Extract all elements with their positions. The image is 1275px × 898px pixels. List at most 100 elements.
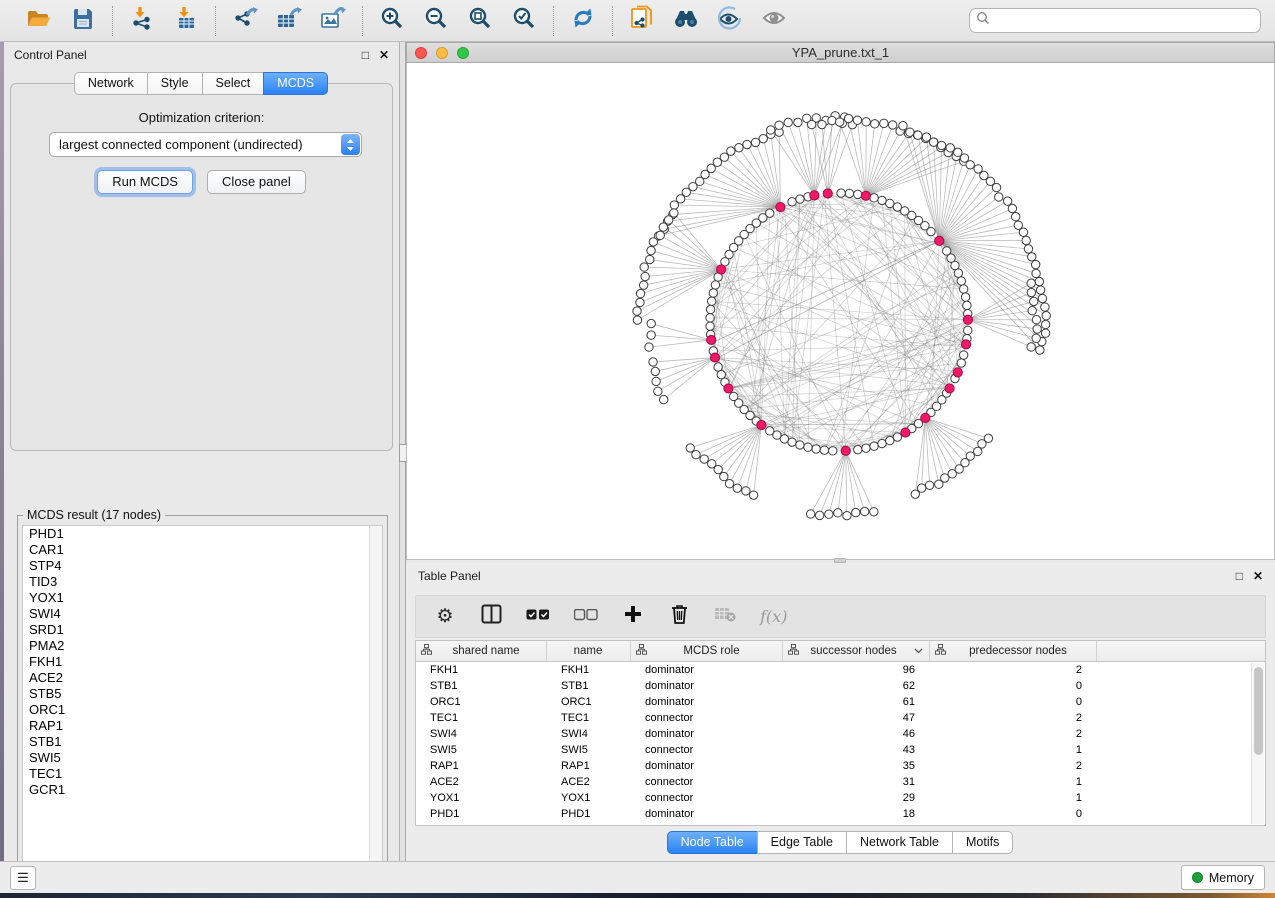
table-cell[interactable]: 1 [930,776,1097,788]
graph-node[interactable] [812,445,820,453]
graph-node[interactable] [959,351,967,359]
float-panel-icon[interactable]: □ [1236,570,1243,582]
mcds-node-item[interactable]: CAR1 [23,542,382,558]
import-table-button[interactable] [169,5,203,37]
graph-leaf-node[interactable] [860,507,868,515]
graph-leaf-node[interactable] [1028,307,1036,315]
column-header-predecessor-nodes[interactable]: predecessor nodes [930,641,1097,661]
graph-leaf-node[interactable] [641,272,649,280]
graph-node[interactable] [709,289,717,297]
add-column-button[interactable] [622,605,644,629]
graph-leaf-node[interactable] [784,118,792,126]
graph-leaf-node[interactable] [862,118,870,126]
graph-leaf-node[interactable] [806,510,814,518]
graph-hub-node[interactable] [724,384,733,393]
graph-node[interactable] [714,363,722,371]
graph-leaf-node[interactable] [1032,269,1040,277]
network-window-titlebar[interactable]: YPA_prune.txt_1 [406,42,1275,63]
table-cell[interactable]: RAP1 [416,760,547,772]
mcds-node-item[interactable]: TID3 [23,574,382,590]
graph-leaf-node[interactable] [743,140,751,148]
delete-column-button[interactable] [668,605,690,629]
graph-leaf-node[interactable] [649,238,657,246]
graph-hub-node[interactable] [861,191,870,200]
graph-leaf-node[interactable] [844,114,852,122]
table-cell[interactable]: 2 [930,728,1097,740]
graph-leaf-node[interactable] [646,255,654,263]
deselect-all-button[interactable] [574,605,598,629]
horizontal-split-handle[interactable] [834,558,846,563]
graph-leaf-node[interactable] [1011,213,1019,221]
graph-node[interactable] [780,435,788,443]
table-scrollbar[interactable] [1251,663,1264,824]
delete-table-button[interactable] [714,605,736,629]
table-cell[interactable]: YOX1 [416,792,547,804]
table-cell[interactable]: SWI4 [547,728,631,740]
graph-hub-node[interactable] [717,265,726,274]
graph-leaf-node[interactable] [807,120,815,128]
graph-leaf-node[interactable] [639,281,647,289]
show-eye-button[interactable] [757,5,791,37]
graph-leaf-node[interactable] [815,511,823,519]
graph-leaf-node[interactable] [633,307,641,315]
graph-leaf-node[interactable] [767,126,775,134]
vertical-split-divider[interactable] [399,42,406,861]
graph-hub-node[interactable] [963,315,972,324]
graph-node[interactable] [788,438,796,446]
tab-motifs[interactable]: Motifs [952,831,1013,854]
graph-node[interactable] [942,247,950,255]
table-row[interactable]: SWI5SWI5connector431 [416,742,1265,758]
table-row[interactable]: RAP1RAP1dominator352 [416,758,1265,774]
graph-leaf-node[interactable] [647,331,655,339]
table-cell[interactable]: SWI5 [416,744,547,756]
table-cell[interactable]: ACE2 [547,776,631,788]
open-file-button[interactable] [22,5,56,37]
table-row[interactable]: ACE2ACE2connector311 [416,774,1265,790]
mcds-node-item[interactable]: SWI5 [23,750,382,766]
graph-hub-node[interactable] [961,340,970,349]
table-row[interactable]: YOX1YOX1connector291 [416,790,1265,806]
graph-leaf-node[interactable] [640,263,648,271]
table-cell[interactable]: ORC1 [547,696,631,708]
tab-mcds[interactable]: MCDS [263,72,328,95]
table-cell[interactable]: RAP1 [547,760,631,772]
table-cell[interactable]: 18 [783,808,930,820]
column-header-name[interactable]: name [547,641,631,661]
tab-edge-table[interactable]: Edge Table [757,831,847,854]
graph-node[interactable] [954,269,962,277]
graph-node[interactable] [961,293,969,301]
zoom-selected-button[interactable] [507,5,541,37]
mcds-node-item[interactable]: FKH1 [23,654,382,670]
refresh-view-button[interactable] [566,5,600,37]
graph-leaf-node[interactable] [647,246,655,254]
graph-leaf-node[interactable] [751,138,759,146]
graph-leaf-node[interactable] [966,161,974,169]
table-row[interactable]: STB1STB1dominator620 [416,678,1265,694]
graph-leaf-node[interactable] [742,487,750,495]
graph-leaf-node[interactable] [700,455,708,463]
search-field[interactable] [969,8,1261,33]
graph-leaf-node[interactable] [670,201,678,209]
show-columns-button[interactable] [480,605,502,629]
table-row[interactable]: ORC1ORC1dominator610 [416,694,1265,710]
table-cell[interactable]: 2 [930,712,1097,724]
graph-leaf-node[interactable] [659,395,667,403]
graph-leaf-node[interactable] [720,472,728,480]
graph-leaf-node[interactable] [828,116,836,124]
graph-leaf-node[interactable] [1014,221,1022,229]
mcds-node-item[interactable]: STP4 [23,558,382,574]
zoom-in-button[interactable] [375,5,409,37]
table-cell[interactable]: TEC1 [416,712,547,724]
table-settings-button[interactable]: ⚙ [434,605,456,629]
graph-leaf-node[interactable] [843,511,851,519]
table-cell[interactable]: TEC1 [547,712,631,724]
graph-leaf-node[interactable] [1003,197,1011,205]
graph-leaf-node[interactable] [946,144,954,152]
table-cell[interactable]: SWI5 [547,744,631,756]
graph-leaf-node[interactable] [1036,346,1044,354]
tab-network-table[interactable]: Network Table [846,831,953,854]
graph-node[interactable] [870,194,878,202]
table-cell[interactable]: dominator [631,680,783,692]
graph-hub-node[interactable] [776,202,785,211]
table-cell[interactable]: 2 [930,664,1097,676]
